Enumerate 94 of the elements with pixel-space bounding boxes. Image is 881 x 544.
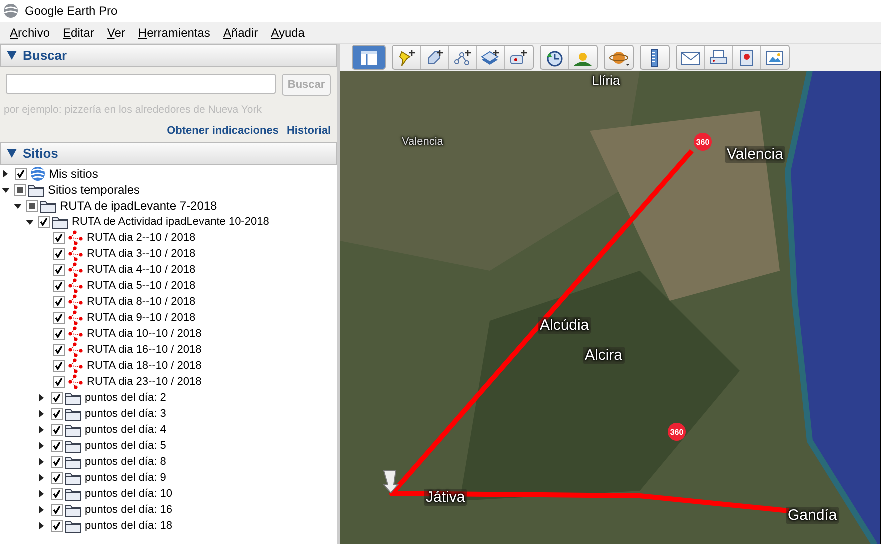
- tree-item-label[interactable]: Sitios temporales: [48, 183, 140, 197]
- tree-item-label[interactable]: RUTA dia 8--10 / 2018: [87, 296, 196, 308]
- map-label: Gandía: [786, 507, 840, 524]
- link[interactable]: Historial: [286, 125, 331, 137]
- checkbox[interactable]: [51, 472, 63, 484]
- map-label: Alcúdia: [538, 317, 592, 334]
- expand-arrow-icon[interactable]: [39, 426, 44, 434]
- checkbox[interactable]: [53, 312, 65, 324]
- checkbox[interactable]: [53, 360, 65, 372]
- panel-title: Sitios: [23, 146, 58, 161]
- route-icon: [67, 310, 85, 326]
- tree-item-label[interactable]: puntos del día: 5: [85, 440, 166, 452]
- checkbox[interactable]: [53, 328, 65, 340]
- route-icon: [67, 358, 85, 374]
- tree-item-label[interactable]: RUTA dia 10--10 / 2018: [87, 328, 202, 340]
- menu-item[interactable]: Ver: [101, 26, 132, 40]
- checkbox[interactable]: [51, 392, 63, 404]
- panel-header[interactable]: Buscar: [0, 44, 337, 67]
- expand-arrow-icon[interactable]: [39, 442, 44, 450]
- record-tour-icon: [508, 48, 530, 68]
- menu-item[interactable]: Ayuda: [265, 26, 312, 40]
- tree-item-label[interactable]: RUTA dia 18--10 / 2018: [87, 360, 202, 372]
- checkbox[interactable]: [53, 232, 65, 244]
- globe-icon: [3, 3, 19, 19]
- route-icon: [67, 230, 85, 246]
- map-label: Alcira: [583, 347, 625, 364]
- tree-item-label[interactable]: puntos del día: 8: [85, 456, 166, 468]
- checkbox[interactable]: [38, 216, 50, 228]
- menu-item[interactable]: Añadir: [217, 26, 266, 40]
- tree-item-label[interactable]: puntos del día: 16: [85, 504, 172, 516]
- checkbox[interactable]: [51, 440, 63, 452]
- checkbox[interactable]: [51, 408, 63, 420]
- map-label: Llíria: [592, 73, 620, 88]
- map-label: Játiva: [424, 489, 468, 506]
- print-icon: [708, 48, 730, 68]
- menu-item[interactable]: Archivo: [4, 26, 58, 40]
- checkbox[interactable]: [51, 520, 63, 532]
- tree-item-label[interactable]: RUTA dia 9--10 / 2018: [87, 312, 196, 324]
- checkbox[interactable]: [51, 488, 63, 500]
- checkbox[interactable]: [14, 184, 26, 196]
- globe-icon: [29, 166, 47, 182]
- checkbox[interactable]: [26, 200, 38, 212]
- checkbox[interactable]: [53, 280, 65, 292]
- expand-arrow-icon[interactable]: [39, 410, 44, 418]
- tree-item-label[interactable]: puntos del día: 10: [85, 488, 172, 500]
- checkbox[interactable]: [53, 344, 65, 356]
- tree-item-label[interactable]: puntos del día: 9: [85, 472, 166, 484]
- route-icon: [67, 342, 85, 358]
- checkbox[interactable]: [51, 424, 63, 436]
- checkbox[interactable]: [51, 504, 63, 516]
- tree-item-label[interactable]: RUTA dia 23--10 / 2018: [87, 376, 202, 388]
- menu-item[interactable]: Editar: [57, 26, 102, 40]
- tree-item-label[interactable]: RUTA dia 2--10 / 2018: [87, 232, 196, 244]
- tree-item-label[interactable]: Mis sitios: [49, 167, 98, 181]
- checkbox[interactable]: [53, 296, 65, 308]
- window-title: Google Earth Pro: [25, 4, 118, 18]
- link[interactable]: Obtener indicaciones: [167, 125, 279, 137]
- expand-arrow-icon[interactable]: [39, 506, 44, 514]
- expand-arrow-icon[interactable]: [39, 474, 44, 482]
- tree-item-label[interactable]: RUTA de ipadLevante 7-2018: [60, 199, 218, 213]
- expand-arrow-icon[interactable]: [39, 458, 44, 466]
- map-label: Valencia: [402, 136, 444, 148]
- tree-item-label[interactable]: RUTA dia 3--10 / 2018: [87, 248, 196, 260]
- tree-item-label[interactable]: RUTA de Actividad ipadLevante 10-2018: [72, 216, 270, 228]
- checkbox[interactable]: [53, 248, 65, 260]
- tree-item-label[interactable]: puntos del día: 4: [85, 424, 166, 436]
- panel-title: Buscar: [23, 48, 68, 63]
- tree-item-label[interactable]: RUTA dia 16--10 / 2018: [87, 344, 202, 356]
- tree-item-label[interactable]: RUTA dia 4--10 / 2018: [87, 264, 196, 276]
- map-label: Valencia: [725, 146, 786, 163]
- route-icon: [67, 326, 85, 342]
- tree-item-label[interactable]: puntos del día: 2: [85, 392, 166, 404]
- route-icon: [67, 294, 85, 310]
- tree-item-label[interactable]: puntos del día: 18: [85, 520, 172, 532]
- menu-item[interactable]: Herramientas: [132, 26, 218, 40]
- search-field[interactable]: [6, 74, 276, 94]
- route-icon: [67, 246, 85, 262]
- check-icon: [16, 169, 26, 179]
- panel-header[interactable]: Sitios: [0, 142, 337, 165]
- checkbox[interactable]: [53, 264, 65, 276]
- expand-arrow-icon[interactable]: [39, 522, 44, 530]
- expand-arrow-icon[interactable]: [3, 170, 8, 178]
- add-overlay-icon: [480, 48, 502, 68]
- checkbox[interactable]: [51, 456, 63, 468]
- route-icon: [67, 278, 85, 294]
- expand-arrow-icon[interactable]: [39, 490, 44, 498]
- tree-item-label[interactable]: RUTA dia 5--10 / 2018: [87, 280, 196, 292]
- tree-item-label[interactable]: puntos del día: 3: [85, 408, 166, 420]
- checkbox[interactable]: [15, 168, 27, 180]
- expand-arrow-icon[interactable]: [39, 394, 44, 402]
- checkbox[interactable]: [53, 376, 65, 388]
- add-path-icon: [452, 48, 474, 68]
- route-icon: [67, 374, 85, 390]
- route-icon: [67, 262, 85, 278]
